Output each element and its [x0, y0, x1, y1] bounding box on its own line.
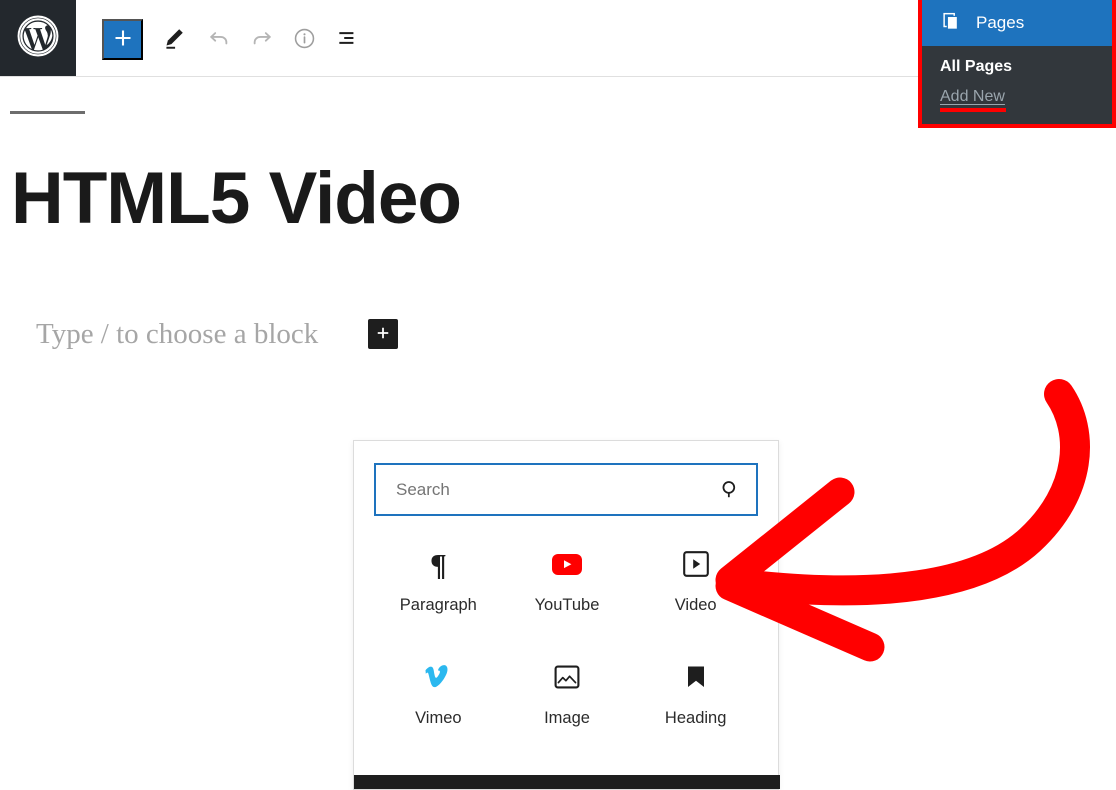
list-view-button[interactable] [327, 19, 368, 60]
block-label: Image [544, 709, 590, 727]
block-label: Heading [664, 709, 727, 727]
toolbar-add-block-button[interactable] [102, 19, 143, 60]
block-inserter-popup: ¶ Paragraph YouTube [353, 440, 780, 790]
redo-arrow-icon [249, 25, 275, 54]
content-separator-rule [10, 111, 85, 114]
pages-submenu: All Pages Add New [922, 46, 1112, 112]
search-input[interactable] [376, 465, 704, 514]
block-item-video[interactable]: Video [631, 546, 760, 615]
pages-menu-header-label: Pages [976, 13, 1025, 32]
paragraph-pilcrow-icon: ¶ [430, 546, 447, 582]
submenu-item-all-pages[interactable]: All Pages [922, 46, 1112, 82]
page-title[interactable]: HTML5 Video [11, 162, 462, 235]
details-info-button[interactable] [284, 19, 325, 60]
wordpress-logo-icon [16, 14, 60, 63]
undo-arrow-icon [206, 25, 232, 54]
vimeo-logo-icon [422, 659, 454, 695]
empty-block-placeholder[interactable]: Type / to choose a block [36, 318, 318, 351]
block-type-grid: ¶ Paragraph YouTube Video Vimeo Image He… [374, 546, 760, 728]
plus-icon [111, 26, 135, 53]
block-label: Video [674, 596, 717, 614]
block-label: YouTube [534, 596, 600, 614]
image-picture-icon [552, 659, 582, 695]
pencil-icon [161, 25, 187, 54]
block-label: Vimeo [415, 709, 462, 727]
inserter-footer-bar [354, 775, 780, 789]
plus-icon [374, 324, 392, 345]
pages-document-icon [940, 10, 962, 37]
video-play-square-icon [681, 546, 711, 582]
search-magnifier-icon [704, 465, 756, 514]
pages-admin-menu-panel: Pages All Pages Add New [918, 0, 1116, 128]
pages-menu-header[interactable]: Pages [922, 0, 1112, 46]
block-item-heading[interactable]: Heading [631, 659, 760, 728]
block-search-field[interactable] [374, 463, 758, 516]
block-item-vimeo[interactable]: Vimeo [374, 659, 503, 728]
youtube-logo-icon [549, 546, 585, 582]
add-new-red-underline-annotation [940, 108, 1006, 112]
list-view-icon [335, 25, 361, 54]
editor-canvas: HTML5 Video Type / to choose a block ¶ [0, 77, 1116, 790]
redo-button[interactable] [241, 19, 282, 60]
block-label: Paragraph [399, 596, 477, 614]
block-item-youtube[interactable]: YouTube [503, 546, 632, 615]
block-item-paragraph[interactable]: ¶ Paragraph [374, 546, 503, 615]
block-item-image[interactable]: Image [503, 659, 632, 728]
heading-bookmark-icon [683, 659, 709, 695]
pilcrow-glyph: ¶ [429, 546, 447, 582]
tools-edit-mode-button[interactable] [153, 19, 194, 60]
undo-button[interactable] [198, 19, 239, 60]
wordpress-logo-button[interactable] [0, 0, 76, 76]
inline-add-block-button[interactable] [368, 319, 398, 349]
info-circle-icon [292, 26, 317, 54]
